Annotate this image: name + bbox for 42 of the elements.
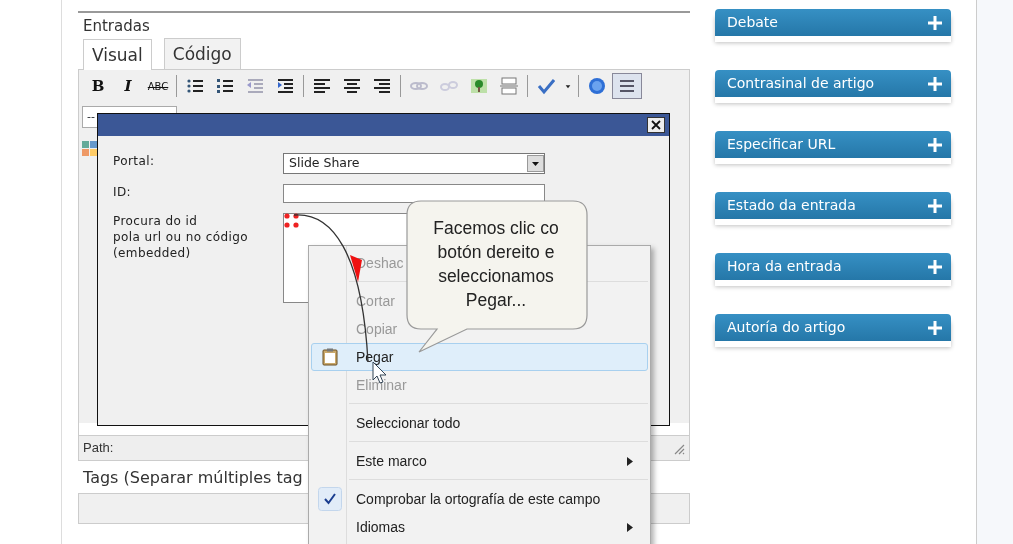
selection-dots-icon xyxy=(284,212,300,229)
clipboard-icon xyxy=(322,348,338,366)
menu-item[interactable]: Seleccionar todo xyxy=(311,409,648,437)
submenu-arrow-icon xyxy=(627,523,633,533)
expand-icon[interactable] xyxy=(927,259,943,275)
tags-label: Tags (Separar múltiples tag xyxy=(83,467,304,489)
image-icon[interactable] xyxy=(470,77,488,95)
indent-icon[interactable] xyxy=(276,77,294,95)
align-left-icon[interactable] xyxy=(313,77,331,95)
portal-select[interactable]: Slide Share xyxy=(283,153,545,174)
format-button[interactable]: ABC xyxy=(143,73,173,99)
expand-icon[interactable] xyxy=(927,320,943,336)
expand-icon[interactable] xyxy=(927,76,943,92)
field-label: Portal: xyxy=(113,153,156,170)
numbered-list-icon[interactable] xyxy=(216,77,234,95)
expand-icon[interactable] xyxy=(927,15,943,31)
format-button[interactable]: I xyxy=(113,73,143,99)
expand-icon[interactable] xyxy=(927,198,943,214)
table-icon[interactable] xyxy=(82,140,98,157)
callout-text: Facemos clic co botón dereito e seleccionamos Pegar... xyxy=(432,217,560,312)
field-label: Procura do id pola url ou no código (embedded) xyxy=(113,213,249,262)
field-label: ID: xyxy=(113,184,133,201)
editor-tab[interactable]: Código xyxy=(163,38,241,69)
help-icon[interactable] xyxy=(588,77,606,95)
bullet-list-icon[interactable] xyxy=(186,77,204,95)
expand-icon[interactable] xyxy=(927,137,943,153)
spellcheck-icon[interactable] xyxy=(537,77,555,95)
editor-tab[interactable]: Visual xyxy=(83,39,152,70)
align-center-icon[interactable] xyxy=(343,77,361,95)
toolbar-toggle-icon[interactable] xyxy=(618,77,636,95)
format-button[interactable]: B xyxy=(83,73,113,99)
path-label: Path: xyxy=(83,439,114,458)
menu-item[interactable]: Comprobar la ortografía de este campo xyxy=(311,485,648,513)
section-label: Entradas xyxy=(83,17,151,35)
close-icon[interactable] xyxy=(647,117,665,133)
submenu-arrow-icon xyxy=(627,457,633,467)
resize-grip-icon[interactable] xyxy=(673,442,685,455)
id-field[interactable] xyxy=(283,184,545,203)
menu-item[interactable]: Este marco xyxy=(311,447,648,475)
align-right-icon[interactable] xyxy=(373,77,391,95)
page-break-icon[interactable] xyxy=(500,77,518,95)
menu-item[interactable]: Idiomas xyxy=(311,513,648,541)
